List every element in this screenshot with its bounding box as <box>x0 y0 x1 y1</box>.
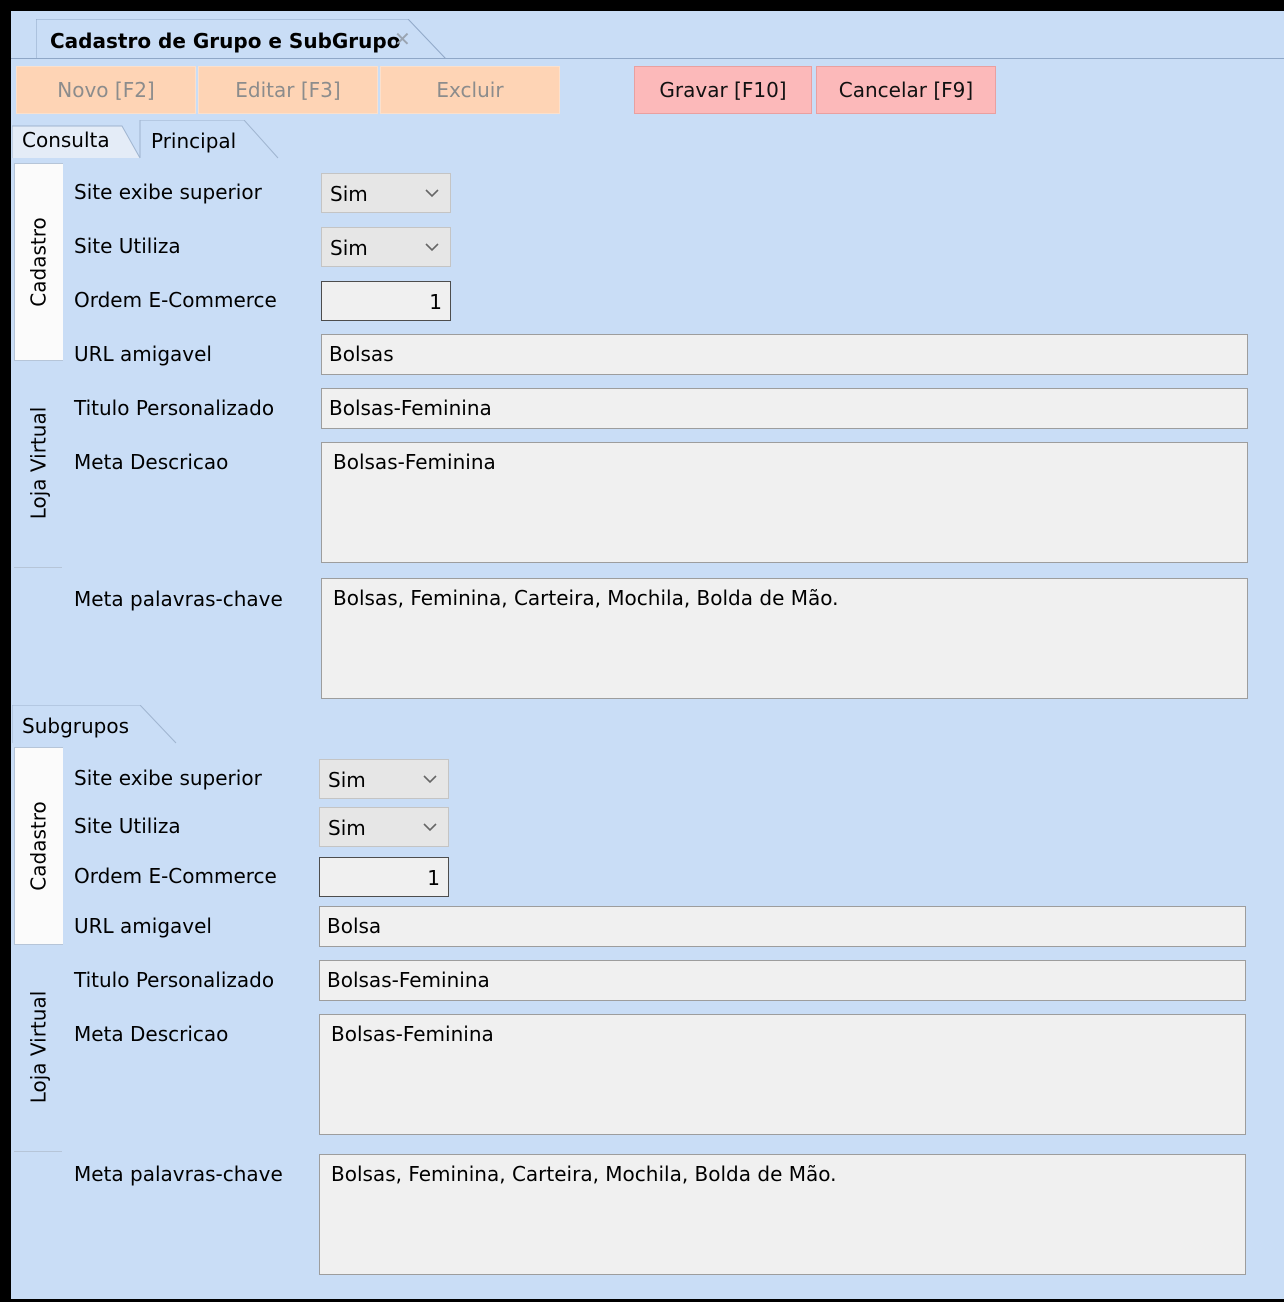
chevron-down-icon <box>425 243 439 252</box>
subgrupos-ordem-input[interactable]: 1 <box>319 857 449 897</box>
document-tab[interactable]: Cadastro de Grupo e SubGrupo ✕ <box>36 19 447 59</box>
subgrupos-label-meta-palavras: Meta palavras-chave <box>74 1162 283 1186</box>
subgrupos-site-utiliza-select[interactable]: Sim <box>319 807 449 847</box>
novo-button[interactable]: Novo [F2] <box>16 66 196 114</box>
principal-meta-palavras-textarea[interactable]: Bolsas, Feminina, Carteira, Mochila, Bol… <box>321 578 1248 699</box>
principal-site-exibe-value: Sim <box>330 182 368 206</box>
subgrupos-site-exibe-select[interactable]: Sim <box>319 759 449 799</box>
chevron-down-icon <box>425 189 439 198</box>
close-icon[interactable]: ✕ <box>394 27 411 51</box>
principal-vtab-loja[interactable]: Loja Virtual <box>14 360 62 566</box>
subgrupos-vtab-cadastro[interactable]: Cadastro <box>14 747 63 945</box>
principal-site-utiliza-select[interactable]: Sim <box>321 227 451 267</box>
subgrupos-titulo-input[interactable]: Bolsas-Feminina <box>319 960 1246 1001</box>
principal-vtab-loja-label: Loja Virtual <box>26 406 50 520</box>
cancelar-button[interactable]: Cancelar [F9] <box>816 66 996 114</box>
principal-site-utiliza-value: Sim <box>330 236 368 260</box>
tab-consulta[interactable]: Consulta <box>22 128 110 152</box>
chevron-down-icon <box>423 775 437 784</box>
subgrupos-site-exibe-value: Sim <box>328 768 366 792</box>
subgrupos-vtab-cadastro-label: Cadastro <box>27 801 52 891</box>
principal-site-exibe-select[interactable]: Sim <box>321 173 451 213</box>
principal-titulo-input[interactable]: Bolsas-Feminina <box>321 388 1248 429</box>
subgrupos-label-ordem: Ordem E-Commerce <box>74 864 277 888</box>
principal-meta-descricao-textarea[interactable]: Bolsas-Feminina <box>321 442 1248 563</box>
subgrupos-meta-palavras-textarea[interactable]: Bolsas, Feminina, Carteira, Mochila, Bol… <box>319 1154 1246 1275</box>
principal-label-url: URL amigavel <box>74 342 212 366</box>
subgrupos-site-utiliza-value: Sim <box>328 816 366 840</box>
principal-url-input[interactable]: Bolsas <box>321 334 1248 375</box>
principal-label-ordem: Ordem E-Commerce <box>74 288 277 312</box>
chevron-down-icon <box>423 823 437 832</box>
window-border-top <box>0 0 1284 11</box>
tab-principal[interactable]: Principal <box>151 129 236 153</box>
form-window: Cadastro de Grupo e SubGrupo ✕ Novo [F2]… <box>0 0 1284 1302</box>
principal-label-meta-palavras: Meta palavras-chave <box>74 587 283 611</box>
subgrupos-vtab-loja-label: Loja Virtual <box>26 990 50 1104</box>
principal-vtab-cadastro-label: Cadastro <box>27 217 52 307</box>
principal-vtab-cadastro[interactable]: Cadastro <box>14 163 63 361</box>
subgrupos-vtab-separator <box>14 1151 62 1152</box>
subgrupos-label-site-utiliza: Site Utiliza <box>74 814 181 838</box>
principal-vtab-separator <box>14 567 62 568</box>
gravar-button[interactable]: Gravar [F10] <box>634 66 812 114</box>
subgrupos-label-site-exibe: Site exibe superior <box>74 766 262 790</box>
subgrupos-vtab-loja[interactable]: Loja Virtual <box>14 944 62 1150</box>
principal-label-site-exibe: Site exibe superior <box>74 180 262 204</box>
principal-label-meta-descricao: Meta Descricao <box>74 450 229 474</box>
toolbar-divider <box>11 58 1284 59</box>
editar-button[interactable]: Editar [F3] <box>198 66 378 114</box>
document-tab-title: Cadastro de Grupo e SubGrupo <box>50 29 401 53</box>
subgrupos-label-meta-descricao: Meta Descricao <box>74 1022 229 1046</box>
subgrupos-url-input[interactable]: Bolsa <box>319 906 1246 947</box>
subgrupos-label-titulo: Titulo Personalizado <box>74 968 275 992</box>
principal-label-site-utiliza: Site Utiliza <box>74 234 181 258</box>
principal-label-titulo: Titulo Personalizado <box>74 396 275 420</box>
subgrupos-label-url: URL amigavel <box>74 914 212 938</box>
tab-subgrupos[interactable]: Subgrupos <box>22 714 129 738</box>
subgrupos-meta-descricao-textarea[interactable]: Bolsas-Feminina <box>319 1014 1246 1135</box>
principal-ordem-input[interactable]: 1 <box>321 281 451 321</box>
window-border-left <box>0 0 11 1302</box>
excluir-button[interactable]: Excluir <box>380 66 560 114</box>
